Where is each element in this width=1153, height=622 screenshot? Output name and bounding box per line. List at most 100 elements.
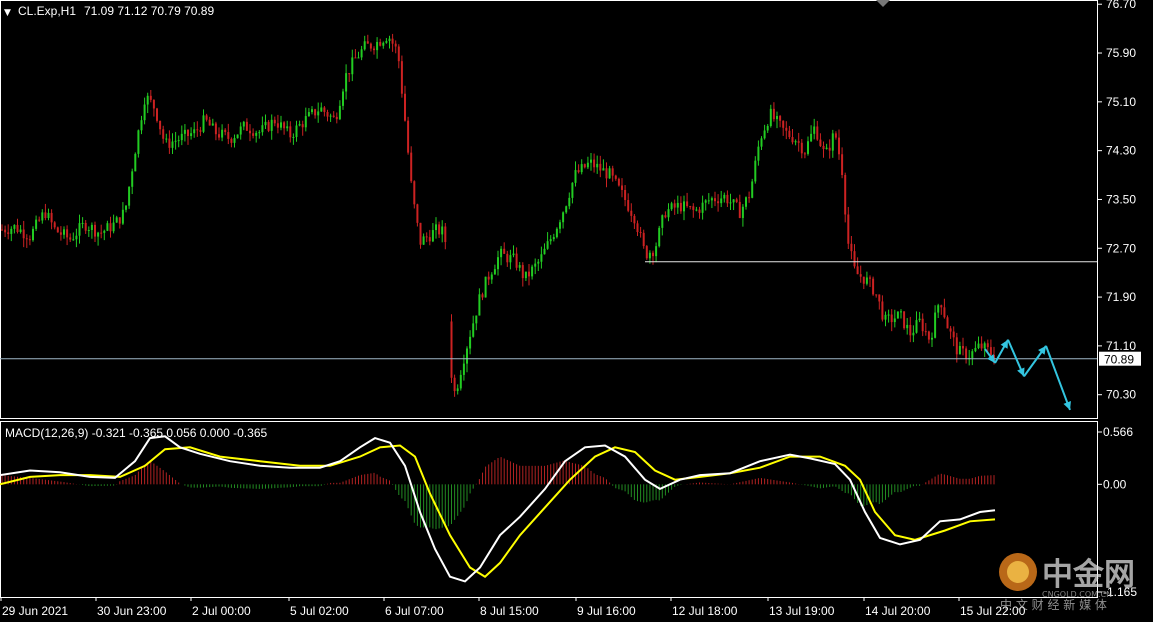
candle-body bbox=[456, 388, 459, 392]
candle-body bbox=[224, 129, 227, 133]
candle-body bbox=[245, 121, 248, 131]
candle-body bbox=[865, 277, 868, 284]
candle-body bbox=[394, 43, 397, 47]
macd-header-label: MACD(12,26,9) -0.321 -0.365 0.056 0.000 … bbox=[5, 426, 267, 440]
candle-body bbox=[47, 212, 50, 219]
candle-body bbox=[586, 162, 589, 168]
candle-body bbox=[41, 212, 44, 221]
price-tick-label: 76.70 bbox=[1106, 0, 1136, 11]
candle-body bbox=[459, 374, 462, 389]
candle-body bbox=[218, 134, 220, 138]
candle-body bbox=[7, 232, 10, 234]
candle-body bbox=[221, 129, 224, 138]
candle-body bbox=[528, 271, 530, 277]
candle-body bbox=[869, 277, 871, 279]
candle-body bbox=[583, 164, 586, 168]
brand-slogan: 中 文 财 经 新 媒 体 bbox=[1000, 597, 1107, 612]
candle-body bbox=[255, 132, 258, 136]
candle-body bbox=[146, 95, 149, 105]
candle-body bbox=[314, 109, 317, 116]
candle-body bbox=[239, 126, 242, 135]
candle-body bbox=[320, 107, 323, 112]
candle-body bbox=[63, 229, 65, 235]
candle-body bbox=[983, 343, 986, 349]
macd-panel-frame bbox=[0, 421, 1098, 598]
candle-body bbox=[363, 41, 366, 50]
dropdown-arrow-icon[interactable]: ▼ bbox=[4, 8, 11, 18]
candle-body bbox=[10, 228, 13, 234]
candle-body bbox=[202, 115, 205, 132]
candle-body bbox=[524, 271, 527, 279]
candle-body bbox=[211, 123, 214, 126]
candle-body bbox=[555, 228, 558, 238]
candle-body bbox=[949, 328, 952, 332]
candle-body bbox=[676, 202, 679, 208]
candle-body bbox=[1, 229, 3, 231]
candle-body bbox=[521, 265, 524, 279]
candle-body bbox=[692, 206, 695, 210]
candle-body bbox=[233, 138, 236, 143]
candle-body bbox=[611, 168, 614, 176]
candle-body bbox=[444, 226, 447, 243]
candle-body bbox=[407, 120, 410, 153]
candle-body bbox=[376, 41, 379, 51]
candle-body bbox=[140, 120, 143, 131]
candle-body bbox=[927, 331, 930, 340]
candle-body bbox=[645, 246, 648, 259]
candle-body bbox=[190, 133, 193, 136]
candle-body bbox=[571, 182, 574, 198]
candle-body bbox=[785, 127, 788, 131]
candle-body bbox=[183, 129, 186, 134]
candle-body bbox=[686, 201, 689, 207]
chart-symbol-timeframe: CL.Exp,H1 bbox=[18, 4, 76, 18]
candle-body bbox=[478, 294, 481, 316]
candle-body bbox=[431, 230, 434, 242]
candle-body bbox=[707, 200, 710, 202]
candle-body bbox=[714, 198, 716, 202]
time-tick-label: 6 Jul 07:00 bbox=[385, 604, 444, 618]
candle-body bbox=[652, 252, 654, 257]
candle-body bbox=[16, 224, 19, 232]
candle-body bbox=[769, 108, 772, 127]
candle-body bbox=[152, 99, 155, 109]
candle-body bbox=[19, 229, 22, 232]
candle-body bbox=[354, 57, 357, 59]
watermark: 中金网 CNGOLD.COM.CN 中 文 财 经 新 媒 体 bbox=[999, 553, 1135, 612]
candle-body bbox=[345, 73, 348, 92]
candle-body bbox=[109, 223, 112, 232]
candle-body bbox=[351, 57, 354, 75]
scroll-marker-icon[interactable] bbox=[876, 0, 890, 7]
candle-body bbox=[106, 223, 109, 231]
candle-body bbox=[549, 239, 552, 242]
candle-body bbox=[946, 317, 949, 329]
candle-body bbox=[900, 311, 902, 313]
candle-body bbox=[59, 232, 62, 235]
candle-body bbox=[28, 239, 31, 241]
candle-body bbox=[937, 305, 940, 313]
candle-body bbox=[425, 236, 428, 238]
candle-body bbox=[723, 194, 726, 199]
candle-body bbox=[193, 129, 196, 134]
candle-body bbox=[422, 236, 425, 245]
candle-body bbox=[602, 168, 605, 171]
candle-body bbox=[156, 108, 158, 121]
candle-body bbox=[134, 153, 137, 172]
candle-body bbox=[788, 130, 791, 138]
candle-body bbox=[428, 237, 431, 242]
candle-body bbox=[388, 38, 391, 42]
candle-body bbox=[534, 263, 537, 267]
candle-body bbox=[249, 130, 251, 134]
candle-body bbox=[137, 130, 140, 154]
price-tick-label: 74.30 bbox=[1106, 144, 1136, 158]
candle-body bbox=[338, 105, 341, 120]
candle-body bbox=[794, 141, 797, 143]
candle-body bbox=[896, 311, 899, 319]
candle-body bbox=[642, 232, 645, 247]
candle-body bbox=[621, 185, 623, 190]
candle-body bbox=[658, 227, 661, 247]
candle-body bbox=[125, 205, 127, 210]
candle-body bbox=[934, 312, 937, 338]
candle-body bbox=[875, 294, 878, 296]
candle-body bbox=[273, 119, 276, 124]
time-tick-label: 9 Jul 16:00 bbox=[577, 604, 636, 618]
